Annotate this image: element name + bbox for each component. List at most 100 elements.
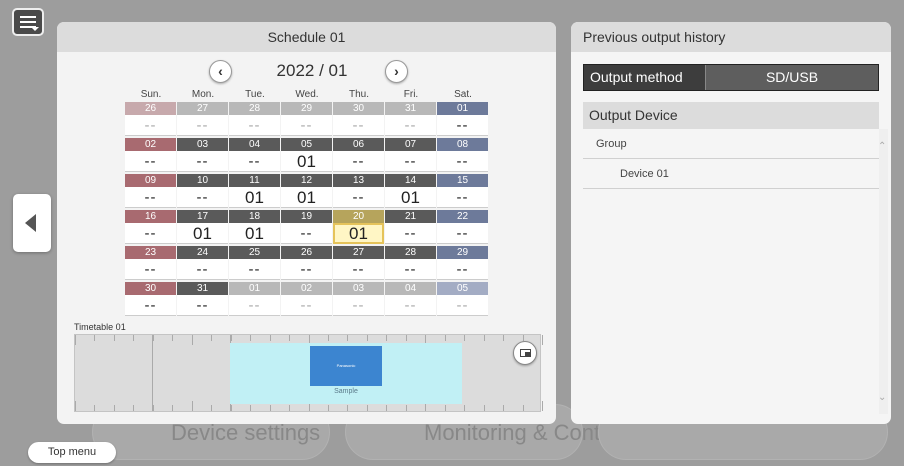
calendar-day-cell[interactable]: 14 01 xyxy=(385,174,436,208)
calendar-day-cell[interactable]: 26 -- xyxy=(281,246,332,280)
calendar-day-cell[interactable]: 11 01 xyxy=(229,174,280,208)
calendar-day-cell[interactable]: 10 -- xyxy=(177,174,228,208)
weekday-label: Sun. xyxy=(140,89,162,100)
day-timetable-value: -- xyxy=(437,187,488,208)
calendar-day-cell[interactable]: 01 -- xyxy=(229,282,280,316)
calendar-day-cell[interactable]: 21 -- xyxy=(385,210,436,244)
day-timetable-value: -- xyxy=(229,151,280,172)
weekday-label: Fri. xyxy=(403,89,419,100)
timeline-tick xyxy=(347,335,348,341)
timeline-tick xyxy=(270,335,271,341)
calendar-day-cell[interactable]: 16 -- xyxy=(125,210,176,244)
prev-month-button[interactable]: ‹ xyxy=(209,60,232,83)
scroll-down-icon[interactable]: ⌄ xyxy=(878,392,886,403)
calendar-day-cell[interactable]: 08 -- xyxy=(437,138,488,172)
timeline-tick xyxy=(250,405,251,411)
slot-label: Sample xyxy=(334,388,358,395)
calendar-day-cell[interactable]: 29 -- xyxy=(437,246,488,280)
day-timetable-value: -- xyxy=(281,259,332,280)
timeline-tick xyxy=(328,405,329,411)
day-timetable-value: -- xyxy=(177,259,228,280)
calendar-day-cell[interactable]: 19 -- xyxy=(281,210,332,244)
calendar-day-cell[interactable]: 03 -- xyxy=(333,282,384,316)
calendar-week: 26 -- 27 -- 28 -- 29 -- 30 -- 31 -- 01 -- xyxy=(125,102,489,137)
day-timetable-value: -- xyxy=(437,115,488,136)
menu-icon[interactable] xyxy=(12,8,44,36)
calendar-day-cell[interactable]: 12 01 xyxy=(281,174,332,208)
calendar-day-cell[interactable]: 09 -- xyxy=(125,174,176,208)
calendar-day-cell[interactable]: 23 -- xyxy=(125,246,176,280)
calendar-day-cell[interactable]: 20 01 xyxy=(333,210,384,244)
expand-icon[interactable] xyxy=(513,341,537,365)
calendar-day-cell[interactable]: 27 -- xyxy=(177,102,228,136)
calendar-day-cell[interactable]: 27 -- xyxy=(333,246,384,280)
weekday-header: Sun. Mon. Tue. Wed. Thu. Fri. Sat. xyxy=(125,89,489,101)
day-number: 31 xyxy=(177,282,228,295)
calendar-day-cell[interactable]: 15 -- xyxy=(437,174,488,208)
calendar-day-cell[interactable]: 30 -- xyxy=(333,102,384,136)
day-timetable-value: -- xyxy=(333,259,384,280)
calendar-day-cell[interactable]: 05 -- xyxy=(437,282,488,316)
device-list-scrollbar[interactable] xyxy=(879,129,888,414)
day-timetable-value: -- xyxy=(281,295,332,316)
calendar-day-cell[interactable]: 28 -- xyxy=(385,246,436,280)
calendar-day-cell[interactable]: 05 01 xyxy=(281,138,332,172)
calendar-day-cell[interactable]: 30 -- xyxy=(125,282,176,316)
history-title: Previous output history xyxy=(571,22,891,52)
timeline-tick xyxy=(75,335,76,345)
calendar-day-cell[interactable]: 26 -- xyxy=(125,102,176,136)
scroll-up-icon[interactable]: ⌃ xyxy=(878,141,886,152)
timeline-tick xyxy=(192,401,193,411)
calendar-day-cell[interactable]: 02 -- xyxy=(281,282,332,316)
day-number: 27 xyxy=(333,246,384,259)
timeline-tick xyxy=(211,405,212,411)
day-number: 01 xyxy=(437,102,488,115)
timetable-bar[interactable]: Panasonic Sample xyxy=(74,334,543,412)
top-menu-button[interactable]: Top menu xyxy=(28,442,116,463)
timeline-tick xyxy=(445,405,446,411)
back-arrow-button[interactable] xyxy=(13,194,51,252)
month-label: 2022 / 01 xyxy=(276,61,348,80)
day-number: 26 xyxy=(281,246,332,259)
group-row[interactable]: Group xyxy=(583,129,879,159)
calendar-day-cell[interactable]: 06 -- xyxy=(333,138,384,172)
weekday-label: Wed. xyxy=(295,89,319,100)
calendar-day-cell[interactable]: 13 -- xyxy=(333,174,384,208)
calendar-day-cell[interactable]: 31 -- xyxy=(177,282,228,316)
schedule-title: Schedule 01 xyxy=(57,22,556,52)
timeline-tick xyxy=(289,405,290,411)
calendar-day-cell[interactable]: 04 -- xyxy=(385,282,436,316)
day-number: 10 xyxy=(177,174,228,187)
day-timetable-value: 01 xyxy=(229,187,280,208)
timeline-tick xyxy=(328,335,329,341)
calendar-day-cell[interactable]: 02 -- xyxy=(125,138,176,172)
day-number: 22 xyxy=(437,210,488,223)
calendar-day-cell[interactable]: 04 -- xyxy=(229,138,280,172)
timeline-tick xyxy=(503,405,504,411)
timetable-slot[interactable]: Panasonic Sample xyxy=(230,343,462,404)
day-timetable-value: 01 xyxy=(281,151,332,172)
calendar-day-cell[interactable]: 31 -- xyxy=(385,102,436,136)
calendar-day-cell[interactable]: 29 -- xyxy=(281,102,332,136)
calendar-day-cell[interactable]: 01 -- xyxy=(437,102,488,136)
day-timetable-value: -- xyxy=(125,223,176,244)
timeline-tick xyxy=(75,401,76,411)
calendar-day-cell[interactable]: 22 -- xyxy=(437,210,488,244)
calendar-week: 23 -- 24 -- 25 -- 26 -- 27 -- 28 -- 29 -- xyxy=(125,246,489,281)
weekday-label: Sat. xyxy=(454,89,472,100)
calendar-day-cell[interactable]: 07 -- xyxy=(385,138,436,172)
timeline-tick xyxy=(542,401,543,411)
calendar-day-cell[interactable]: 18 01 xyxy=(229,210,280,244)
calendar-day-cell[interactable]: 25 -- xyxy=(229,246,280,280)
next-month-button[interactable]: › xyxy=(385,60,408,83)
calendar-day-cell[interactable]: 17 01 xyxy=(177,210,228,244)
day-number: 11 xyxy=(229,174,280,187)
calendar-day-cell[interactable]: 03 -- xyxy=(177,138,228,172)
calendar-day-cell[interactable]: 24 -- xyxy=(177,246,228,280)
day-timetable-value: 01 xyxy=(229,223,280,244)
calendar-day-cell[interactable]: 28 -- xyxy=(229,102,280,136)
device-row[interactable]: Device 01 xyxy=(583,159,879,189)
timeline-tick xyxy=(503,335,504,341)
calendar-week: 16 -- 17 01 18 01 19 -- 20 01 21 -- 22 -- xyxy=(125,210,489,245)
timeline-tick xyxy=(153,405,154,411)
